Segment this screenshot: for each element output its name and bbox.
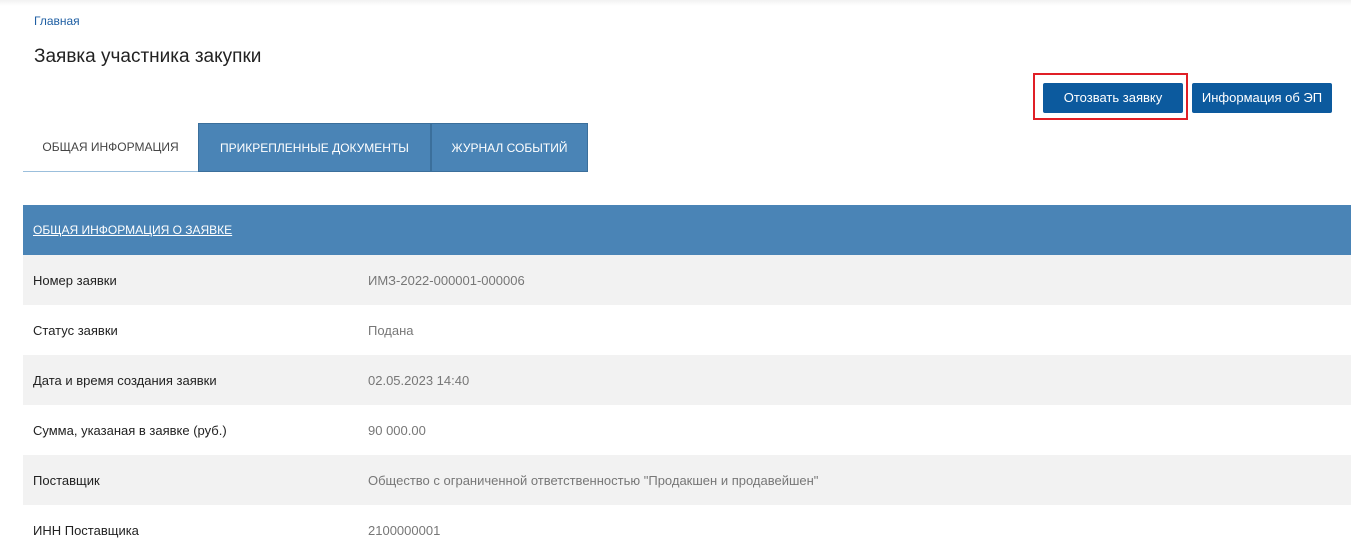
field-label: Дата и время создания заявки: [33, 372, 217, 388]
page-title: Заявка участника закупки: [34, 46, 262, 67]
field-value: 02.05.2023 14:40: [368, 372, 470, 388]
table-row: Поставщик Общество с ограниченной ответс…: [23, 455, 1351, 505]
field-label: Поставщик: [33, 472, 100, 488]
field-value: Подана: [368, 322, 414, 338]
application-info-table: ОБЩАЯ ИНФОРМАЦИЯ О ЗАЯВКЕ Номер заявки И…: [23, 205, 1351, 555]
tab-general-info[interactable]: ОБЩАЯ ИНФОРМАЦИЯ: [23, 123, 198, 172]
field-label: ИНН Поставщика: [33, 522, 139, 538]
withdraw-application-button[interactable]: Отозвать заявку: [1043, 83, 1183, 113]
top-bar: [0, 0, 1351, 6]
section-title-link[interactable]: ОБЩАЯ ИНФОРМАЦИЯ О ЗАЯВКЕ: [23, 205, 1351, 255]
field-label: Номер заявки: [33, 272, 117, 288]
field-label: Статус заявки: [33, 322, 118, 338]
tab-event-log[interactable]: ЖУРНАЛ СОБЫТИЙ: [431, 123, 588, 172]
table-row: Сумма, указаная в заявке (руб.) 90 000.0…: [23, 405, 1351, 455]
field-value: 2100000001: [368, 522, 441, 538]
tab-bar: ОБЩАЯ ИНФОРМАЦИЯ ПРИКРЕПЛЕННЫЕ ДОКУМЕНТЫ…: [23, 123, 588, 173]
table-row: Номер заявки ИМЗ-2022-000001-000006: [23, 255, 1351, 305]
table-row: Статус заявки Подана: [23, 305, 1351, 355]
signature-info-button[interactable]: Информация об ЭП: [1192, 83, 1332, 113]
field-value: 90 000.00: [368, 422, 426, 438]
field-label: Сумма, указаная в заявке (руб.): [33, 422, 227, 438]
table-row: Дата и время создания заявки 02.05.2023 …: [23, 355, 1351, 405]
table-row: ИНН Поставщика 2100000001: [23, 505, 1351, 555]
field-value: ИМЗ-2022-000001-000006: [368, 272, 525, 288]
breadcrumb-home-link[interactable]: Главная: [34, 14, 80, 28]
tab-attached-documents[interactable]: ПРИКРЕПЛЕННЫЕ ДОКУМЕНТЫ: [198, 123, 431, 172]
field-value: Общество с ограниченной ответственностью…: [368, 472, 819, 488]
